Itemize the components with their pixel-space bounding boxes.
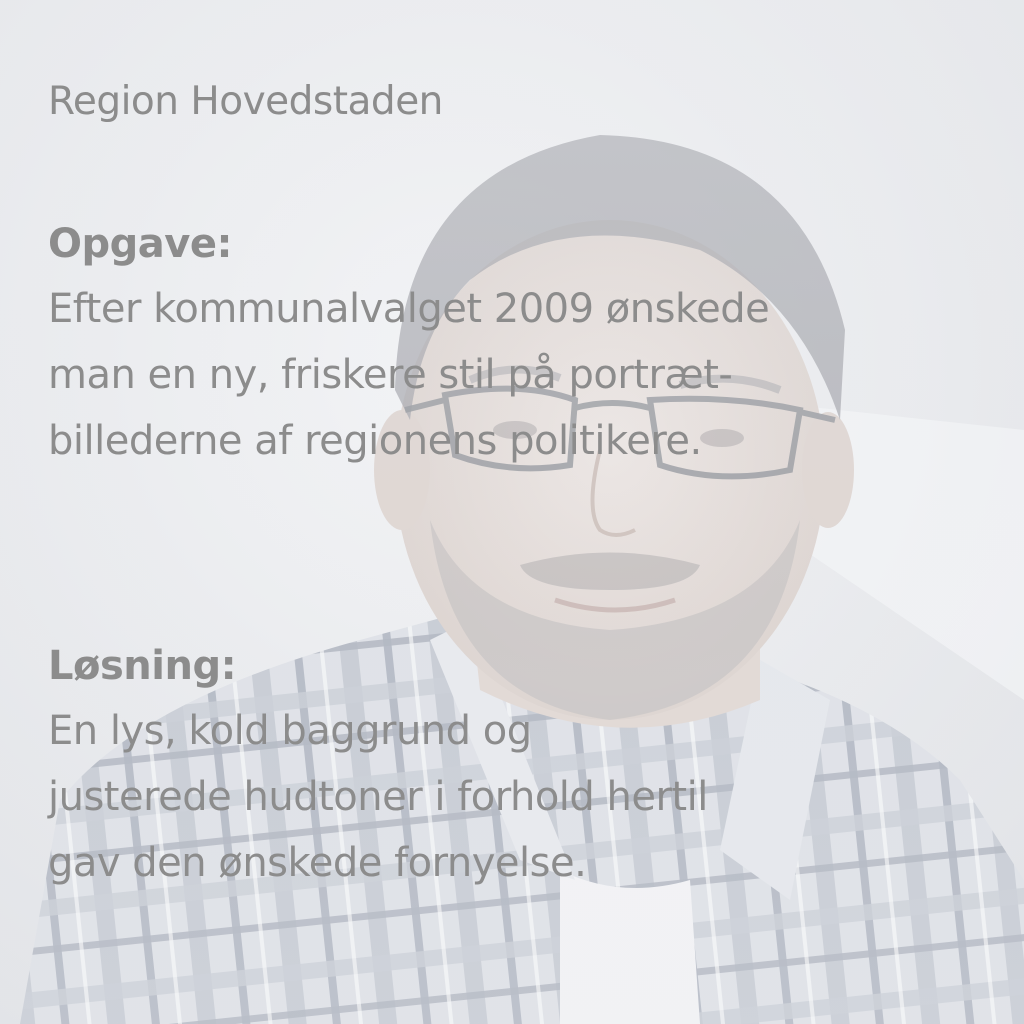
solution-line: gav den ønskede fornyelse. (48, 840, 587, 886)
portfolio-slide: Region Hovedstaden Opgave: Efter kommuna… (0, 0, 1024, 1024)
client-name: Region Hovedstaden (48, 79, 443, 124)
solution-line: En lys, kold baggrund og (48, 708, 532, 754)
task-heading: Opgave: (48, 221, 232, 267)
task-line: man en ny, friskere stil på portræt- (48, 352, 733, 398)
case-description: Region Hovedstaden Opgave: Efter kommuna… (48, 74, 978, 896)
task-line: Efter kommunalvalget 2009 ønskede (48, 286, 770, 332)
solution-heading: Løsning: (48, 643, 237, 689)
task-line: billederne af regionens politikere. (48, 418, 702, 464)
task-section: Opgave: Efter kommunalvalget 2009 ønsked… (48, 212, 978, 474)
solution-section: Løsning: En lys, kold baggrund og juster… (48, 634, 978, 896)
solution-line: justerede hudtoner i forhold hertil (48, 774, 708, 820)
